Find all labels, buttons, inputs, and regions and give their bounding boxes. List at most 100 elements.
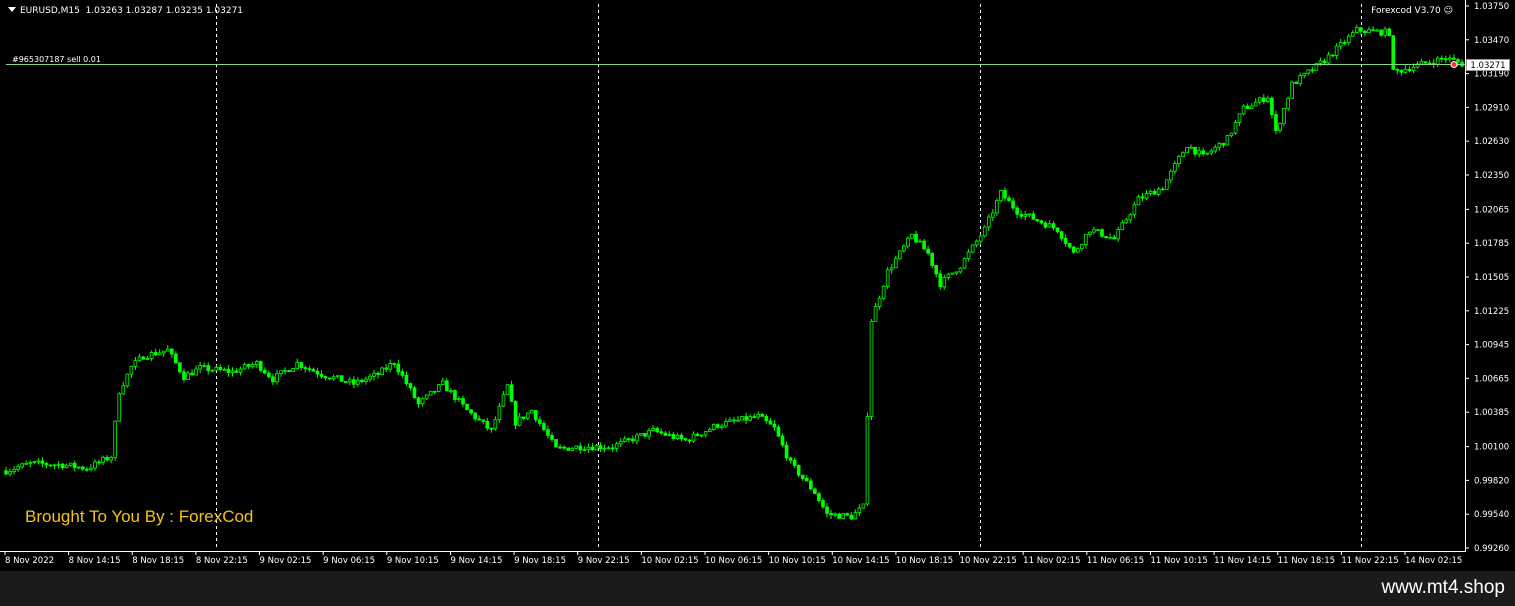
candle (1448, 54, 1452, 63)
site-url[interactable]: www.mt4.shop (1381, 577, 1505, 599)
candle (8, 468, 12, 477)
candle (299, 361, 304, 371)
candle (372, 369, 376, 381)
y-tick-label: 1.03750 (1474, 2, 1509, 12)
candle (117, 392, 122, 422)
candle (505, 384, 510, 396)
y-tick-label: 0.99540 (1474, 510, 1509, 520)
candle (161, 350, 166, 357)
candle (716, 423, 720, 430)
candle (198, 361, 202, 374)
candle (1330, 54, 1335, 58)
candle (250, 362, 255, 369)
candle (627, 437, 631, 443)
candle (1419, 58, 1424, 65)
candle (1177, 155, 1181, 168)
candle (1051, 221, 1056, 231)
candle (849, 511, 854, 521)
candle (1209, 148, 1214, 156)
candle (48, 464, 53, 467)
candle (1189, 144, 1193, 149)
candle (1173, 160, 1177, 175)
candle (606, 445, 611, 450)
candle (550, 432, 554, 443)
candle (206, 362, 211, 375)
candle (1383, 26, 1387, 38)
candle (64, 463, 69, 469)
candle (1112, 234, 1116, 240)
candle (910, 233, 914, 239)
candle (1237, 113, 1242, 127)
x-tick-label: 10 Nov 10:15 (769, 556, 826, 566)
candle (202, 362, 206, 368)
axes: 1.037501.034701.031901.029101.026301.023… (0, 0, 1509, 566)
candle (914, 230, 918, 244)
candle (809, 478, 813, 491)
candle (331, 374, 336, 381)
candle (1294, 81, 1298, 85)
candle (728, 417, 732, 423)
candle (707, 427, 712, 433)
candle (1148, 189, 1153, 196)
candle (922, 238, 926, 250)
candle (651, 425, 655, 432)
candle (226, 365, 231, 377)
candle (1395, 68, 1400, 75)
candle (1245, 103, 1250, 109)
candle (881, 285, 886, 300)
candle (1262, 94, 1266, 105)
candle (546, 425, 550, 439)
order-marker[interactable] (1450, 61, 1458, 68)
candle (756, 411, 761, 420)
candle (986, 213, 991, 231)
candle (1120, 219, 1125, 231)
chart-area[interactable]: 1.03750 1.03470 1.03190 1.02910 1.02630 1.023… (0, 0, 1515, 571)
candle (1201, 147, 1205, 157)
candle (1379, 29, 1383, 38)
candle (962, 257, 967, 270)
candle (473, 412, 477, 422)
candle (1007, 195, 1011, 202)
candle (396, 360, 401, 376)
candle (420, 397, 425, 407)
candle (493, 416, 498, 431)
candle (1063, 234, 1068, 248)
candle (238, 366, 243, 376)
candle (788, 456, 793, 464)
candle (525, 412, 530, 420)
candle (16, 463, 20, 473)
candle (267, 370, 271, 379)
candle (1031, 210, 1036, 220)
candle (1452, 54, 1456, 60)
candle (20, 462, 24, 469)
candle (784, 441, 789, 461)
candle (1387, 27, 1392, 37)
price-chart[interactable]: 1.037501.034701.031901.029101.026301.023… (0, 0, 1515, 571)
candle (1071, 245, 1076, 254)
y-tick-label: 1.01225 (1474, 307, 1509, 317)
candle (740, 416, 744, 421)
collapse-triangle-icon[interactable] (8, 7, 16, 12)
candle (412, 386, 417, 399)
candle (1257, 96, 1262, 105)
candle (1185, 147, 1189, 154)
candle (445, 378, 449, 392)
candle (889, 263, 894, 274)
x-tick-label: 10 Nov 02:15 (641, 556, 698, 566)
candle (817, 491, 821, 504)
expert-advisor-label[interactable]: Forexcod V3.70 ☺ (1371, 6, 1453, 16)
candle (1003, 187, 1007, 202)
candle (1355, 24, 1359, 34)
x-tick-label: 9 Nov 14:15 (450, 556, 502, 566)
candle (574, 445, 579, 449)
candle (744, 412, 748, 425)
candle (1334, 43, 1339, 60)
candle (109, 455, 113, 464)
candle (893, 255, 898, 269)
candle (356, 377, 360, 387)
candle (222, 367, 227, 371)
candle (1346, 34, 1351, 46)
candle (950, 272, 955, 275)
candle (210, 369, 215, 373)
candle (121, 381, 126, 395)
